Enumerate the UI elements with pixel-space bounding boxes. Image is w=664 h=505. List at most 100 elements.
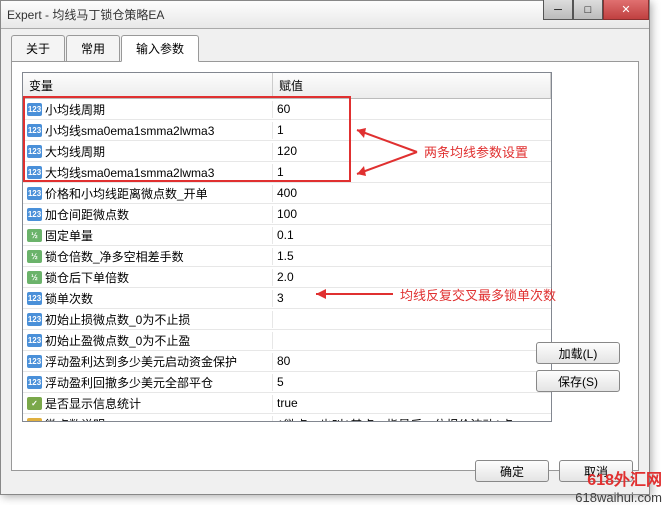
close-button[interactable]: ✕ (603, 0, 649, 20)
watermark: 618外汇网 618waihui.com (575, 466, 662, 505)
param-value-cell[interactable]: 0.1 (273, 228, 551, 242)
param-value-cell[interactable]: 60 (273, 102, 551, 116)
table-row[interactable]: 123大均线周期120 (23, 141, 551, 162)
param-value-cell[interactable]: 1微点：也叫1基点，指最后一位报价波动1点 (273, 416, 551, 423)
window-title: Expert - 均线马丁锁仓策略EA (7, 6, 164, 23)
param-value-cell[interactable]: 5 (273, 375, 551, 389)
param-name-cell: 123大均线sma0ema1smma2lwma3 (23, 164, 273, 181)
param-value-cell[interactable]: 400 (273, 186, 551, 200)
type-icon: ½ (27, 271, 42, 284)
table-row[interactable]: ½锁仓后下单倍数2.0 (23, 267, 551, 288)
table-row[interactable]: 123浮动盈利达到多少美元启动资金保护80 (23, 351, 551, 372)
table-row[interactable]: 123初始止盈微点数_0为不止盈 (23, 330, 551, 351)
table-body: 123小均线周期60123小均线sma0ema1smma2lwma31123大均… (23, 99, 551, 422)
tab-inputs[interactable]: 输入参数 (121, 35, 199, 62)
param-value-cell[interactable]: 2.0 (273, 270, 551, 284)
table-header: 变量 赋值 (23, 73, 551, 99)
type-icon: 123 (27, 187, 42, 200)
dialog-window: Expert - 均线马丁锁仓策略EA ─ □ ✕ 关于 常用 输入参数 变量 … (0, 0, 650, 495)
table-row[interactable]: ab微点数说明1微点：也叫1基点，指最后一位报价波动1点 (23, 414, 551, 422)
param-name: 固定单量 (45, 227, 93, 244)
param-name-cell: 123价格和小均线距离微点数_开单 (23, 185, 273, 202)
titlebar: Expert - 均线马丁锁仓策略EA ─ □ ✕ (1, 1, 649, 29)
param-name-cell: 123小均线sma0ema1smma2lwma3 (23, 122, 273, 139)
table-row[interactable]: ½锁仓倍数_净多空相差手数1.5 (23, 246, 551, 267)
type-icon: 123 (27, 376, 42, 389)
param-name: 加仓间距微点数 (45, 206, 129, 223)
param-name-cell: ab微点数说明 (23, 416, 273, 423)
type-icon: 123 (27, 292, 42, 305)
parameter-table: 变量 赋值 123小均线周期60123小均线sma0ema1smma2lwma3… (22, 72, 552, 422)
param-name-cell: ½锁仓后下单倍数 (23, 269, 273, 286)
type-icon: ab (27, 418, 42, 423)
param-name: 小均线sma0ema1smma2lwma3 (45, 122, 214, 139)
param-name: 大均线sma0ema1smma2lwma3 (45, 164, 214, 181)
side-buttons: 加载(L) 保存(S) (536, 342, 620, 392)
param-name: 价格和小均线距离微点数_开单 (45, 185, 208, 202)
table-row[interactable]: 123初始止损微点数_0为不止损 (23, 309, 551, 330)
tab-about[interactable]: 关于 (11, 35, 65, 61)
tab-panel: 变量 赋值 123小均线周期60123小均线sma0ema1smma2lwma3… (11, 61, 639, 471)
window-buttons: ─ □ ✕ (543, 0, 649, 20)
minimize-button[interactable]: ─ (543, 0, 573, 20)
param-name-cell: 123初始止盈微点数_0为不止盈 (23, 332, 273, 349)
param-name: 浮动盈利回撤多少美元全部平仓 (45, 374, 213, 391)
table-row[interactable]: ✓是否显示信息统计true (23, 393, 551, 414)
param-name-cell: 123初始止损微点数_0为不止损 (23, 311, 273, 328)
table-row[interactable]: 123小均线周期60 (23, 99, 551, 120)
param-value-cell[interactable]: 1.5 (273, 249, 551, 263)
maximize-button[interactable]: □ (573, 0, 603, 20)
param-name: 小均线周期 (45, 101, 105, 118)
param-name: 初始止盈微点数_0为不止盈 (45, 332, 190, 349)
table-row[interactable]: 123价格和小均线距离微点数_开单400 (23, 183, 551, 204)
param-name-cell: 123小均线周期 (23, 101, 273, 118)
param-name-cell: ½锁仓倍数_净多空相差手数 (23, 248, 273, 265)
table-row[interactable]: ½固定单量0.1 (23, 225, 551, 246)
table-row[interactable]: 123锁单次数3 (23, 288, 551, 309)
type-icon: 123 (27, 166, 42, 179)
load-button[interactable]: 加载(L) (536, 342, 620, 364)
param-name-cell: ✓是否显示信息统计 (23, 395, 273, 412)
param-name: 大均线周期 (45, 143, 105, 160)
col-variable: 变量 (23, 73, 273, 98)
param-name-cell: ½固定单量 (23, 227, 273, 244)
type-icon: 123 (27, 355, 42, 368)
param-name-cell: 123浮动盈利回撤多少美元全部平仓 (23, 374, 273, 391)
param-name: 初始止损微点数_0为不止损 (45, 311, 190, 328)
type-icon: ✓ (27, 397, 42, 410)
type-icon: 123 (27, 103, 42, 116)
watermark-brand: 618外汇网 (575, 466, 662, 490)
table-row[interactable]: 123大均线sma0ema1smma2lwma31 (23, 162, 551, 183)
param-name: 是否显示信息统计 (45, 395, 141, 412)
param-name: 浮动盈利达到多少美元启动资金保护 (45, 353, 237, 370)
param-value-cell[interactable]: true (273, 396, 551, 410)
param-value-cell[interactable]: 1 (273, 123, 551, 137)
param-name-cell: 123加仓间距微点数 (23, 206, 273, 223)
param-value-cell[interactable]: 3 (273, 291, 551, 305)
table-row[interactable]: 123浮动盈利回撤多少美元全部平仓5 (23, 372, 551, 393)
watermark-url: 618waihui.com (575, 490, 662, 505)
table-row[interactable]: 123小均线sma0ema1smma2lwma31 (23, 120, 551, 141)
param-value-cell[interactable]: 1 (273, 165, 551, 179)
save-button[interactable]: 保存(S) (536, 370, 620, 392)
param-value-cell[interactable]: 80 (273, 354, 551, 368)
type-icon: 123 (27, 208, 42, 221)
param-name-cell: 123大均线周期 (23, 143, 273, 160)
type-icon: 123 (27, 334, 42, 347)
col-value: 赋值 (273, 73, 551, 98)
table-row[interactable]: 123加仓间距微点数100 (23, 204, 551, 225)
param-value-cell[interactable]: 120 (273, 144, 551, 158)
tab-strip: 关于 常用 输入参数 (11, 35, 649, 61)
param-name-cell: 123锁单次数 (23, 290, 273, 307)
param-name: 微点数说明 (45, 416, 105, 423)
tab-common[interactable]: 常用 (66, 35, 120, 61)
ok-button[interactable]: 确定 (475, 460, 549, 482)
param-name-cell: 123浮动盈利达到多少美元启动资金保护 (23, 353, 273, 370)
type-icon: 123 (27, 145, 42, 158)
param-value-cell[interactable]: 100 (273, 207, 551, 221)
param-name: 锁单次数 (45, 290, 93, 307)
param-name: 锁仓倍数_净多空相差手数 (45, 248, 184, 265)
type-icon: ½ (27, 250, 42, 263)
param-name: 锁仓后下单倍数 (45, 269, 129, 286)
type-icon: ½ (27, 229, 42, 242)
